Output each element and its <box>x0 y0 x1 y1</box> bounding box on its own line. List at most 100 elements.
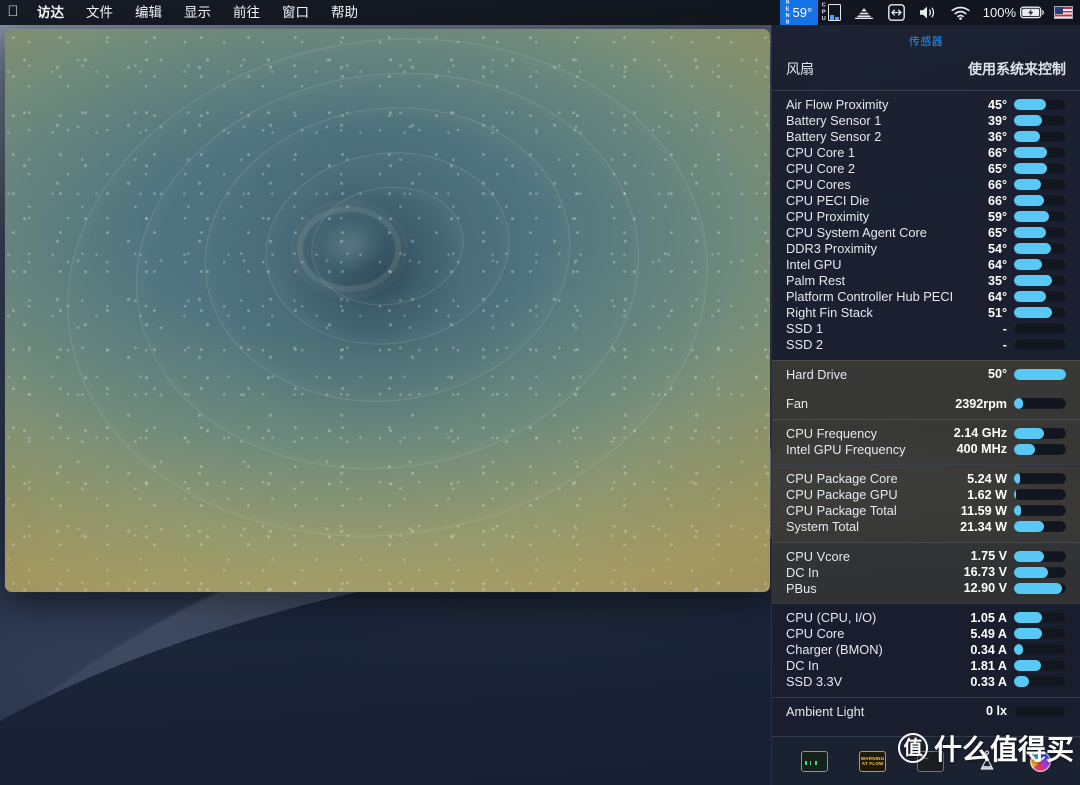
battery-percent: 100% <box>982 5 1016 20</box>
sensor-bar <box>1014 628 1066 639</box>
status-sensor-temperature[interactable]: SENS 59° <box>779 0 819 26</box>
oscilloscope-graph-icon[interactable] <box>801 750 829 772</box>
status-cpu-meter[interactable]: CPU <box>818 0 847 25</box>
sensor-row[interactable]: CPU Core 2 65° <box>772 161 1080 177</box>
sensor-bar-fill <box>1014 628 1043 639</box>
sensor-row[interactable]: SSD 1 - <box>772 321 1080 337</box>
sensor-row[interactable]: CPU (CPU, I/O) 1.05 A <box>772 610 1080 626</box>
sensor-bar <box>1014 582 1066 594</box>
sensor-bar-fill <box>1014 368 1066 380</box>
sensor-row[interactable]: Hard Drive 50° <box>772 366 1080 382</box>
sensor-bar <box>1014 339 1066 350</box>
status-keyboard-brightness[interactable] <box>847 0 881 25</box>
sensor-section-ambient: Ambient Light 0 lx <box>772 697 1080 726</box>
sensor-label: Ambient Light <box>786 703 865 719</box>
menu-item-go[interactable]: 前往 <box>222 0 271 25</box>
sensor-bar-fill <box>1014 644 1023 655</box>
sensor-label: CPU Package Total <box>786 503 897 518</box>
sensor-row[interactable]: CPU System Agent Core 65° <box>772 225 1080 241</box>
sensor-row[interactable]: CPU Vcore 1.75 V <box>772 548 1080 564</box>
menu-item-window[interactable]: 窗口 <box>271 0 320 25</box>
menu-item-edit[interactable]: 编辑 <box>124 0 173 25</box>
sensor-row[interactable]: Charger (BMON) 0.34 A <box>772 642 1080 658</box>
sensor-value: 16.73 V <box>963 565 1007 579</box>
sensor-bar-fill <box>1014 211 1050 222</box>
sensor-bar-fill <box>1014 398 1023 409</box>
sensor-bar <box>1014 259 1066 270</box>
sensor-bar <box>1014 368 1066 380</box>
status-battery[interactable]: 100% <box>977 0 1047 25</box>
sensor-row[interactable]: Intel GPU Frequency 400 MHz <box>772 441 1080 457</box>
sensor-row[interactable]: Battery Sensor 1 39° <box>772 113 1080 129</box>
sensor-value: 50° <box>987 367 1007 381</box>
sensor-row[interactable]: Palm Rest 35° <box>772 273 1080 289</box>
sensor-row[interactable]: Platform Controller Hub PECI 64° <box>772 289 1080 305</box>
keyboard-icon <box>854 8 873 19</box>
sensor-label: System Total <box>786 519 860 534</box>
sensor-row[interactable]: System Total 21.34 W <box>772 519 1080 535</box>
sensor-label: SENS <box>784 0 791 26</box>
panel-title: 传感器 <box>909 36 943 48</box>
sensor-row[interactable]: CPU Package Core 5.24 W <box>772 471 1080 487</box>
warning-badge-icon[interactable]: WARNING AT FLOW <box>859 750 887 772</box>
sensor-bar <box>1014 163 1066 174</box>
sensor-row[interactable]: CPU Frequency 2.14 GHz <box>772 425 1080 441</box>
sensor-row[interactable]: CPU Package Total 11.59 W <box>772 503 1080 519</box>
menu-item-finder[interactable]: 访达 <box>26 0 75 25</box>
status-wifi[interactable] <box>944 0 977 25</box>
sensor-row[interactable]: Battery Sensor 2 36° <box>772 129 1080 145</box>
sensor-value: 35° <box>987 273 1007 288</box>
sensor-label: CPU Package Core <box>786 471 898 486</box>
sensor-bar-fill <box>1014 427 1045 439</box>
status-volume[interactable] <box>912 0 944 25</box>
sensor-row[interactable]: CPU Cores 66° <box>772 177 1080 193</box>
fan-control-mode: 使用系统来控制 <box>968 61 1066 77</box>
sensor-label: Platform Controller Hub PECI <box>786 289 954 304</box>
menu-item-help[interactable]: 帮助 <box>320 0 369 25</box>
sensor-value: 1.75 V <box>970 549 1007 563</box>
sensor-label: CPU Vcore <box>786 548 851 564</box>
menu-item-file[interactable]: 文件 <box>75 0 124 25</box>
sensor-value: - <box>1002 321 1007 336</box>
sensors-panel: 传感器 风扇 使用系统来控制 Air Flow Proximity 45° Batt… <box>771 25 1080 785</box>
sensor-bar-fill <box>1014 505 1022 516</box>
sensor-bar <box>1014 489 1066 500</box>
sensor-row[interactable]: Right Fin Stack 51° <box>772 305 1080 321</box>
sensor-row[interactable]: DC In 1.81 A <box>772 658 1080 674</box>
sensor-label: SSD 1 <box>786 321 823 336</box>
sensor-row[interactable]: CPU Core 1 66° <box>772 145 1080 161</box>
sensor-row[interactable]: SSD 3.3V 0.33 A <box>772 674 1080 690</box>
sensor-row[interactable]: Intel GPU 64° <box>772 257 1080 273</box>
sensor-bar <box>1014 473 1066 484</box>
fan-control-header[interactable]: 风扇 使用系统来控制 <box>772 55 1080 90</box>
sensor-row[interactable]: CPU Proximity 59° <box>772 209 1080 225</box>
sensor-row[interactable]: SSD 2 - <box>772 337 1080 353</box>
status-display-arrows[interactable] <box>881 0 912 25</box>
volume-icon <box>919 6 934 19</box>
sensor-section-temperatures: Air Flow Proximity 45° Battery Sensor 1 39°… <box>772 91 1080 360</box>
sensor-row[interactable]: Ambient Light 0 lx <box>772 703 1080 719</box>
sensor-row[interactable]: PBus 12.90 V <box>772 580 1080 596</box>
sensor-value: 64° <box>987 289 1007 304</box>
sensor-value: 66° <box>987 193 1007 208</box>
sensor-bar <box>1014 427 1066 439</box>
menu-item-view[interactable]: 显示 <box>173 0 222 25</box>
sensor-label: Fan <box>786 396 809 411</box>
sensor-label: Palm Rest <box>786 273 846 288</box>
sensor-temp-value: 59° <box>792 5 813 20</box>
sensor-bar-fill <box>1014 660 1042 671</box>
sensor-bar <box>1014 243 1066 254</box>
watermark-logo: 值 <box>898 733 928 763</box>
sensor-row[interactable]: Air Flow Proximity 45° <box>772 97 1080 113</box>
sensor-row[interactable]: DDR3 Proximity 54° <box>772 241 1080 257</box>
sensor-row[interactable]: CPU Package GPU 1.62 W <box>772 487 1080 503</box>
image-preview-window[interactable] <box>5 29 770 592</box>
status-input-source[interactable] <box>1047 0 1080 25</box>
apple-logo-icon[interactable]:  <box>0 4 26 21</box>
sensor-row[interactable]: CPU Core 5.49 A <box>772 626 1080 642</box>
sensor-row[interactable]: DC In 16.73 V <box>772 564 1080 580</box>
sensor-value: 12.90 V <box>963 581 1007 595</box>
sensor-label: CPU System Agent Core <box>786 225 927 240</box>
sensor-row[interactable]: Fan 2392rpm <box>772 396 1080 412</box>
sensor-row[interactable]: CPU PECI Die 66° <box>772 193 1080 209</box>
